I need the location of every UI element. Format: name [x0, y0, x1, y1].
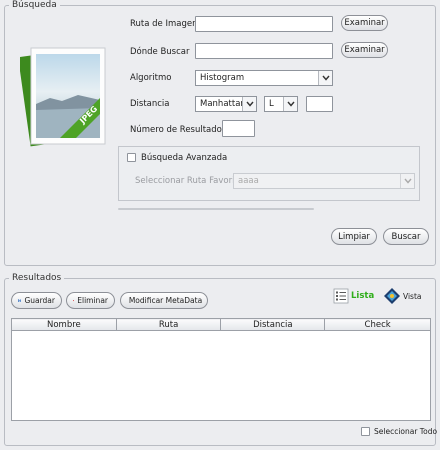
search-progress-bar [118, 208, 314, 210]
delete-button-label: Eliminar [77, 296, 108, 305]
distance-norm-select[interactable]: L [264, 96, 298, 112]
results-group-legend: Resultados [12, 273, 62, 283]
chevron-down-icon [318, 71, 332, 85]
result-count-label: Número de Resultados [130, 125, 227, 135]
image-path-label: Ruta de Imagen [130, 19, 198, 29]
advanced-search-label: Búsqueda Avanzada [141, 153, 228, 163]
favorite-route-value: aaaa [238, 176, 259, 186]
favorite-route-select[interactable]: aaaa [233, 173, 415, 189]
result-count-field[interactable] [222, 120, 255, 137]
list-view-icon [333, 288, 349, 304]
distance-norm-value: L [269, 99, 274, 109]
advanced-search-checkbox[interactable] [127, 153, 136, 162]
search-location-field[interactable] [195, 43, 333, 59]
distance-value-field[interactable] [306, 96, 333, 112]
search-button[interactable]: Buscar [383, 228, 429, 245]
list-view-toggle[interactable]: Lista [333, 288, 374, 304]
save-button[interactable]: Guardar [11, 292, 62, 309]
clear-button-label: Limpiar [338, 231, 370, 242]
clear-button[interactable]: Limpiar [331, 228, 377, 245]
results-table-body[interactable] [11, 331, 431, 421]
grid-view-toggle[interactable]: Vista [383, 287, 422, 305]
column-header-check[interactable]: Check [324, 318, 431, 331]
image-search-window: Búsqueda JPEG Ruta de Imagen Examinar Dó… [0, 0, 440, 450]
image-preview-thumbnail: JPEG [18, 38, 115, 153]
algorithm-select[interactable]: Histogram [195, 70, 333, 86]
thumbnail-view-icon [384, 288, 400, 304]
delete-button[interactable]: Eliminar [66, 292, 115, 309]
browse-location-button[interactable]: Examinar [341, 42, 388, 58]
select-all-checkbox[interactable] [361, 427, 370, 436]
browse-image-button-label: Examinar [344, 18, 385, 28]
modify-metadata-button-label: Modificar MetaData [128, 296, 203, 305]
column-header-name[interactable]: Nombre [11, 318, 117, 331]
search-location-label: Dónde Buscar [130, 47, 190, 57]
save-icon [18, 298, 22, 303]
select-all-label: Seleccionar Todo [374, 427, 438, 436]
browse-location-button-label: Examinar [344, 45, 385, 55]
column-header-path[interactable]: Ruta [115, 318, 222, 331]
browse-image-button[interactable]: Examinar [341, 15, 388, 31]
distance-metric-value: Manhattan [200, 99, 242, 109]
results-table: Nombre Ruta Distancia Check [11, 318, 431, 331]
grid-view-label: Vista [403, 291, 422, 301]
algorithm-label: Algoritmo [130, 73, 172, 83]
jpeg-file-icon: JPEG [18, 47, 106, 147]
distance-label: Distancia [130, 99, 170, 109]
save-button-label: Guardar [24, 296, 55, 305]
chevron-down-icon [242, 97, 256, 111]
list-view-label: Lista [351, 291, 375, 301]
search-button-label: Buscar [391, 231, 421, 242]
distance-metric-select[interactable]: Manhattan [195, 96, 257, 112]
chevron-down-icon [283, 97, 297, 111]
chevron-down-icon [400, 174, 414, 188]
column-header-distance[interactable]: Distancia [220, 318, 326, 331]
delete-icon [73, 299, 75, 302]
modify-metadata-button[interactable]: Modificar MetaData [120, 292, 208, 309]
favorite-route-label: Seleccionar Ruta Favorita [135, 176, 244, 186]
search-group-legend: Búsqueda [12, 0, 57, 10]
algorithm-select-value: Histogram [200, 73, 245, 83]
image-path-field[interactable] [195, 16, 333, 32]
